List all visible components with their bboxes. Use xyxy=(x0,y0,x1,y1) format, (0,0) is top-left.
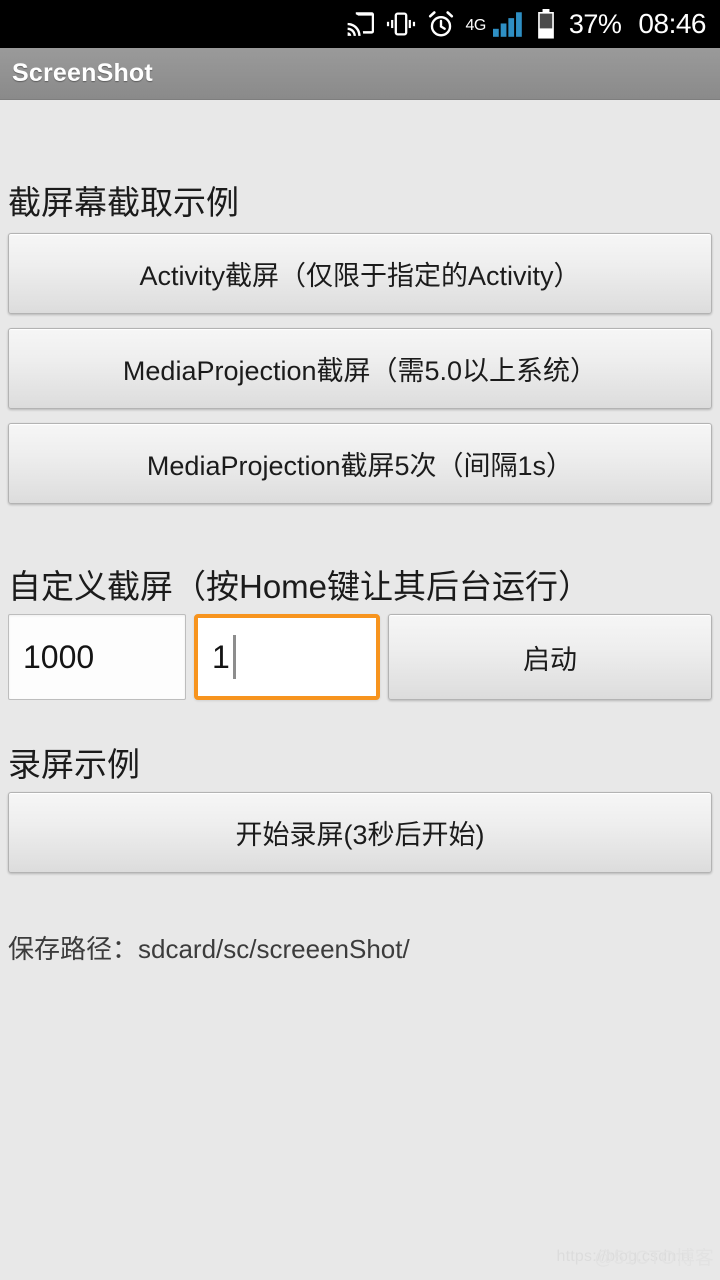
status-bar: 4G 37% 08:46 xyxy=(0,0,720,48)
count-input-value: 1 xyxy=(212,638,230,675)
interval-input[interactable]: 1000 xyxy=(8,614,186,700)
battery-icon xyxy=(536,9,556,39)
mediaprojection-capture-5x-button[interactable]: MediaProjection截屏5次（间隔1s） xyxy=(8,423,712,504)
main-content: 截屏幕截取示例 Activity截屏（仅限于指定的Activity） Media… xyxy=(0,100,720,1280)
save-path-label: 保存路径：sdcard/sc/screeenShot/ xyxy=(8,934,410,964)
battery-percent-label: 37% xyxy=(568,8,622,39)
section-heading-record: 录屏示例 xyxy=(8,746,140,783)
signal-bars-icon xyxy=(492,11,525,37)
alarm-icon xyxy=(427,11,455,37)
watermark: https://blog.csdn.n @51CTO博客 xyxy=(557,1243,714,1270)
app-title-bar: ScreenShot xyxy=(0,48,720,100)
custom-capture-row: 1000 1 启动 xyxy=(8,614,712,700)
network-type-label: 4G xyxy=(465,17,487,34)
clock-label: 08:46 xyxy=(638,8,706,39)
section-heading-capture: 截屏幕截取示例 xyxy=(8,184,239,221)
start-recording-button[interactable]: 开始录屏(3秒后开始) xyxy=(8,792,712,873)
start-button[interactable]: 启动 xyxy=(388,614,712,700)
watermark-url: https://blog.csdn.n xyxy=(556,1247,691,1265)
mediaprojection-capture-button[interactable]: MediaProjection截屏（需5.0以上系统） xyxy=(8,328,712,409)
text-cursor xyxy=(232,635,236,679)
section-heading-custom: 自定义截屏（按Home键让其后台运行） xyxy=(8,568,592,605)
cast-icon xyxy=(345,11,375,37)
interval-input-value: 1000 xyxy=(23,638,95,675)
count-input[interactable]: 1 xyxy=(194,614,380,700)
app-title: ScreenShot xyxy=(12,59,153,87)
activity-capture-button[interactable]: Activity截屏（仅限于指定的Activity） xyxy=(8,233,712,314)
watermark-brand: @51CTO博客 xyxy=(594,1248,714,1269)
vibrate-icon xyxy=(386,11,416,37)
